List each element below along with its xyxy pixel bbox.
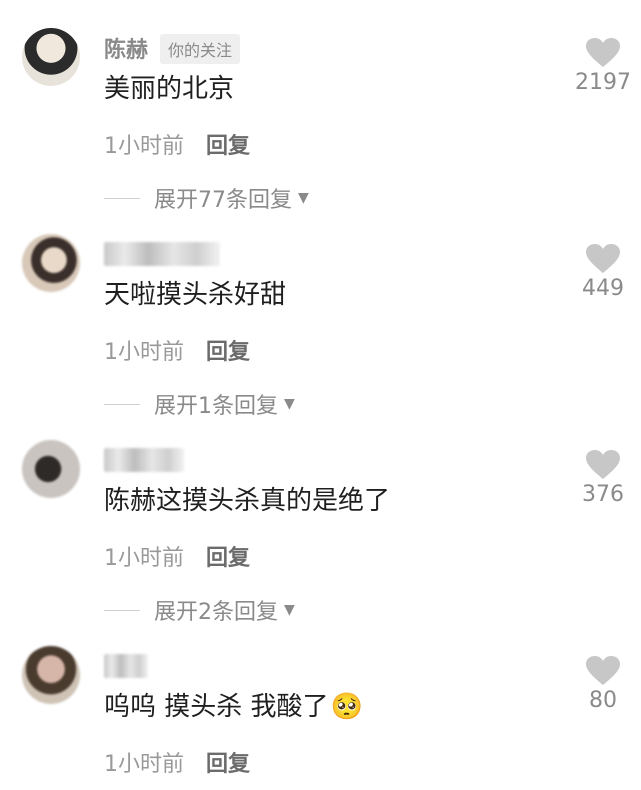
divider-line — [104, 197, 140, 199]
reply-button[interactable]: 回复 — [206, 752, 250, 777]
comment-text: 美丽的北京 — [104, 74, 235, 104]
heart-icon — [586, 244, 620, 273]
comment-text: 天啦摸头杀好甜 — [104, 280, 287, 310]
username-blurred[interactable] — [104, 654, 148, 678]
caret-down-icon: ▼ — [284, 602, 295, 618]
comment-meta: 1小时前 回复 — [104, 334, 250, 366]
avatar[interactable] — [22, 646, 80, 704]
like-count: 2197 — [575, 70, 631, 95]
username-blurred[interactable] — [104, 448, 184, 472]
caret-down-icon: ▼ — [298, 190, 309, 206]
like-button[interactable]: 449 — [573, 244, 633, 301]
reply-button[interactable]: 回复 — [206, 546, 250, 571]
expand-replies-label: 展开77条回复 — [154, 188, 292, 213]
like-button[interactable]: 2197 — [573, 38, 633, 95]
pleading-face-emoji: 🥺 — [330, 692, 363, 722]
comment-text: 陈赫这摸头杀真的是绝了 — [104, 486, 391, 516]
comment-text: 呜呜 摸头杀 我酸了🥺 — [104, 690, 363, 724]
comment-meta: 1小时前 回复 — [104, 746, 250, 778]
follow-badge: 你的关注 — [160, 34, 241, 64]
heart-icon — [586, 38, 620, 67]
expand-replies-button[interactable]: 展开77条回复 ▼ — [104, 182, 309, 214]
expand-replies-label: 展开2条回复 — [154, 600, 278, 625]
like-count: 376 — [582, 482, 624, 507]
comment-text-content: 呜呜 摸头杀 我酸了 — [104, 692, 329, 722]
like-button[interactable]: 80 — [573, 656, 633, 713]
timestamp: 1小时前 — [104, 752, 184, 777]
like-count: 449 — [582, 276, 624, 301]
expand-replies-button[interactable]: 展开2条回复 ▼ — [104, 594, 295, 626]
divider-line — [104, 403, 140, 405]
like-count: 80 — [589, 688, 617, 713]
like-button[interactable]: 376 — [573, 450, 633, 507]
username[interactable]: 陈赫 — [104, 32, 148, 64]
comment-meta: 1小时前 回复 — [104, 128, 250, 160]
expand-replies-label: 展开1条回复 — [154, 394, 278, 419]
heart-icon — [586, 656, 620, 685]
expand-replies-button[interactable]: 展开1条回复 ▼ — [104, 388, 295, 420]
avatar[interactable] — [22, 440, 80, 498]
avatar[interactable] — [22, 28, 80, 86]
reply-button[interactable]: 回复 — [206, 134, 250, 159]
heart-icon — [586, 450, 620, 479]
reply-button[interactable]: 回复 — [206, 340, 250, 365]
timestamp: 1小时前 — [104, 546, 184, 571]
comment-meta: 1小时前 回复 — [104, 540, 250, 572]
timestamp: 1小时前 — [104, 134, 184, 159]
timestamp: 1小时前 — [104, 340, 184, 365]
username-blurred[interactable] — [104, 242, 220, 266]
divider-line — [104, 609, 140, 611]
avatar[interactable] — [22, 234, 80, 292]
caret-down-icon: ▼ — [284, 396, 295, 412]
